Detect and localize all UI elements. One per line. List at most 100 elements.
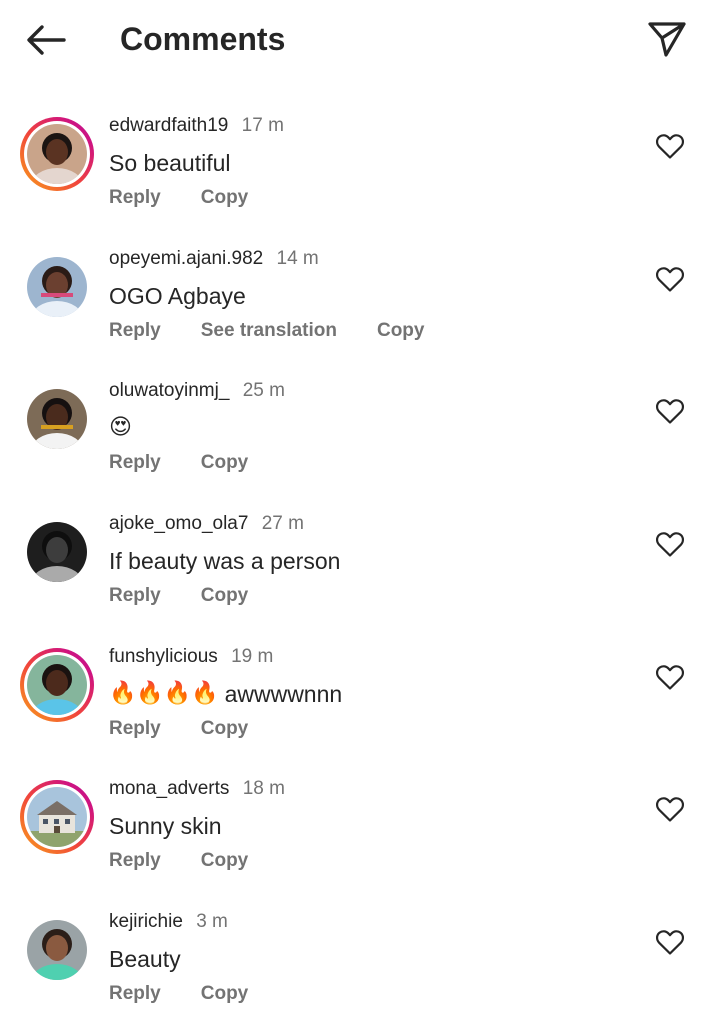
comment-actions: Reply Copy xyxy=(109,982,288,1006)
comment-time: 18 m xyxy=(242,778,285,800)
share-button[interactable] xyxy=(642,14,692,64)
comment-body: If beauty was a person xyxy=(109,546,340,576)
like-button[interactable] xyxy=(654,263,686,295)
comment-item: edwardfaith19 17 m So beautiful Reply Cop… xyxy=(0,100,720,233)
comment-actions: Reply Copy xyxy=(109,584,288,608)
copy-button[interactable]: Copy xyxy=(201,187,249,208)
comment-time: 17 m xyxy=(241,115,284,136)
comment-text: OGO Agbaye xyxy=(109,282,246,309)
reply-button[interactable]: Reply xyxy=(109,187,161,208)
comment-item: funshylicious 19 m 🔥🔥🔥🔥 awwwwnnn Reply Cop… xyxy=(0,631,720,764)
comment-item: kejirichie 3 m Beauty Reply Copy xyxy=(0,896,720,1029)
comment-text: Beauty xyxy=(109,946,181,973)
comment-body: Sunny skin xyxy=(109,811,222,841)
username-link[interactable]: funshylicious xyxy=(109,646,218,667)
comment-meta: oluwatoyinmj_ 25 m xyxy=(109,379,285,403)
reply-button[interactable]: Reply xyxy=(109,983,161,1004)
username-link[interactable]: kejirichie xyxy=(109,911,183,932)
heart-outline-icon xyxy=(655,266,685,292)
heart-outline-icon xyxy=(655,797,685,823)
comment-time: 14 m xyxy=(276,247,319,269)
comment-text: awwwwnnn xyxy=(224,680,343,707)
page-title: Comments xyxy=(120,21,286,57)
avatar[interactable] xyxy=(27,124,87,184)
comment-text: So beautiful xyxy=(109,150,231,176)
avatar[interactable] xyxy=(27,256,87,317)
heart-outline-icon xyxy=(655,930,685,955)
username-link[interactable]: mona_adverts xyxy=(109,778,229,799)
reply-button[interactable]: Reply xyxy=(109,718,161,739)
username-link[interactable]: opeyemi.ajani.982 xyxy=(109,248,263,269)
comment-meta: kejirichie 3 m xyxy=(109,910,228,934)
see-translation-button[interactable]: See translation xyxy=(201,320,337,341)
comment-meta: edwardfaith19 17 m xyxy=(109,114,284,138)
comment-time: 19 m xyxy=(231,645,274,667)
comment-meta: mona_adverts 18 m xyxy=(109,777,285,801)
avatar-frame xyxy=(20,250,94,324)
copy-button[interactable]: Copy xyxy=(377,320,425,341)
avatar[interactable] xyxy=(27,389,87,450)
like-button[interactable] xyxy=(654,528,686,560)
like-button[interactable] xyxy=(654,395,686,427)
comment-actions: Reply See translation Copy xyxy=(109,319,464,343)
story-ring xyxy=(20,780,94,855)
heart-outline-icon xyxy=(655,664,685,690)
heart-outline-icon xyxy=(655,399,685,424)
comment-actions: Reply Copy xyxy=(109,451,288,475)
username-link[interactable]: oluwatoyinmj_ xyxy=(109,380,229,401)
story-ring xyxy=(20,117,94,191)
copy-button[interactable]: Copy xyxy=(201,983,249,1004)
copy-button[interactable]: Copy xyxy=(201,585,249,606)
avatar-frame xyxy=(20,913,94,987)
avatar[interactable] xyxy=(27,522,87,583)
comment-item: opeyemi.ajani.982 14 m OGO Agbaye Reply S… xyxy=(0,233,720,366)
comment-list: edwardfaith19 17 m So beautiful Reply Cop… xyxy=(0,100,720,1029)
send-icon xyxy=(648,22,686,57)
comment-meta: opeyemi.ajani.982 14 m xyxy=(109,247,319,271)
comment-time: 3 m xyxy=(196,911,228,933)
comment-text: Sunny skin xyxy=(109,813,222,840)
heart-outline-icon xyxy=(655,532,685,557)
username-link[interactable]: ajoke_omo_ola7 xyxy=(109,513,248,534)
comment-emoji: 😍 xyxy=(109,415,132,441)
avatar[interactable] xyxy=(27,787,87,848)
comment-meta: ajoke_omo_ola7 27 m xyxy=(109,512,304,536)
avatar-frame xyxy=(20,515,94,589)
comment-body: So beautiful xyxy=(109,148,230,178)
avatar-frame xyxy=(20,382,94,456)
avatar[interactable] xyxy=(27,654,87,715)
comment-actions: Reply Copy xyxy=(109,186,288,210)
comment-text: If beauty was a person xyxy=(109,548,341,575)
comment-actions: Reply Copy xyxy=(109,717,288,741)
comment-item: oluwatoyinmj_ 25 m 😍 Reply Copy xyxy=(0,365,720,498)
reply-button[interactable]: Reply xyxy=(109,452,161,473)
comment-meta: funshylicious 19 m xyxy=(109,645,273,669)
comment-body: Beauty xyxy=(109,944,181,974)
username-link[interactable]: edwardfaith19 xyxy=(109,115,228,136)
comment-time: 27 m xyxy=(261,513,304,535)
like-button[interactable] xyxy=(654,926,686,958)
back-button[interactable] xyxy=(22,18,70,62)
comment-body: 😍 xyxy=(109,413,138,443)
reply-button[interactable]: Reply xyxy=(109,850,161,871)
arrow-left-icon xyxy=(27,25,66,55)
copy-button[interactable]: Copy xyxy=(201,718,249,739)
comment-emoji: 🔥🔥🔥🔥 xyxy=(109,680,219,706)
copy-button[interactable]: Copy xyxy=(201,850,249,871)
comment-body: OGO Agbaye xyxy=(109,281,246,311)
heart-outline-icon xyxy=(655,134,685,159)
like-button[interactable] xyxy=(654,793,686,825)
comment-time: 25 m xyxy=(242,380,285,402)
comment-body: 🔥🔥🔥🔥 awwwwnnn xyxy=(109,679,342,709)
copy-button[interactable]: Copy xyxy=(201,452,249,473)
story-ring xyxy=(20,647,94,722)
reply-button[interactable]: Reply xyxy=(109,320,161,341)
top-bar: Comments xyxy=(0,0,720,80)
comment-item: mona_adverts 18 m Sunny skin Reply Copy xyxy=(0,763,720,896)
comment-actions: Reply Copy xyxy=(109,849,288,873)
reply-button[interactable]: Reply xyxy=(109,585,161,606)
comment-item: ajoke_omo_ola7 27 m If beauty was a pers… xyxy=(0,498,720,631)
like-button[interactable] xyxy=(654,661,686,693)
avatar[interactable] xyxy=(27,920,87,981)
like-button[interactable] xyxy=(654,130,686,162)
